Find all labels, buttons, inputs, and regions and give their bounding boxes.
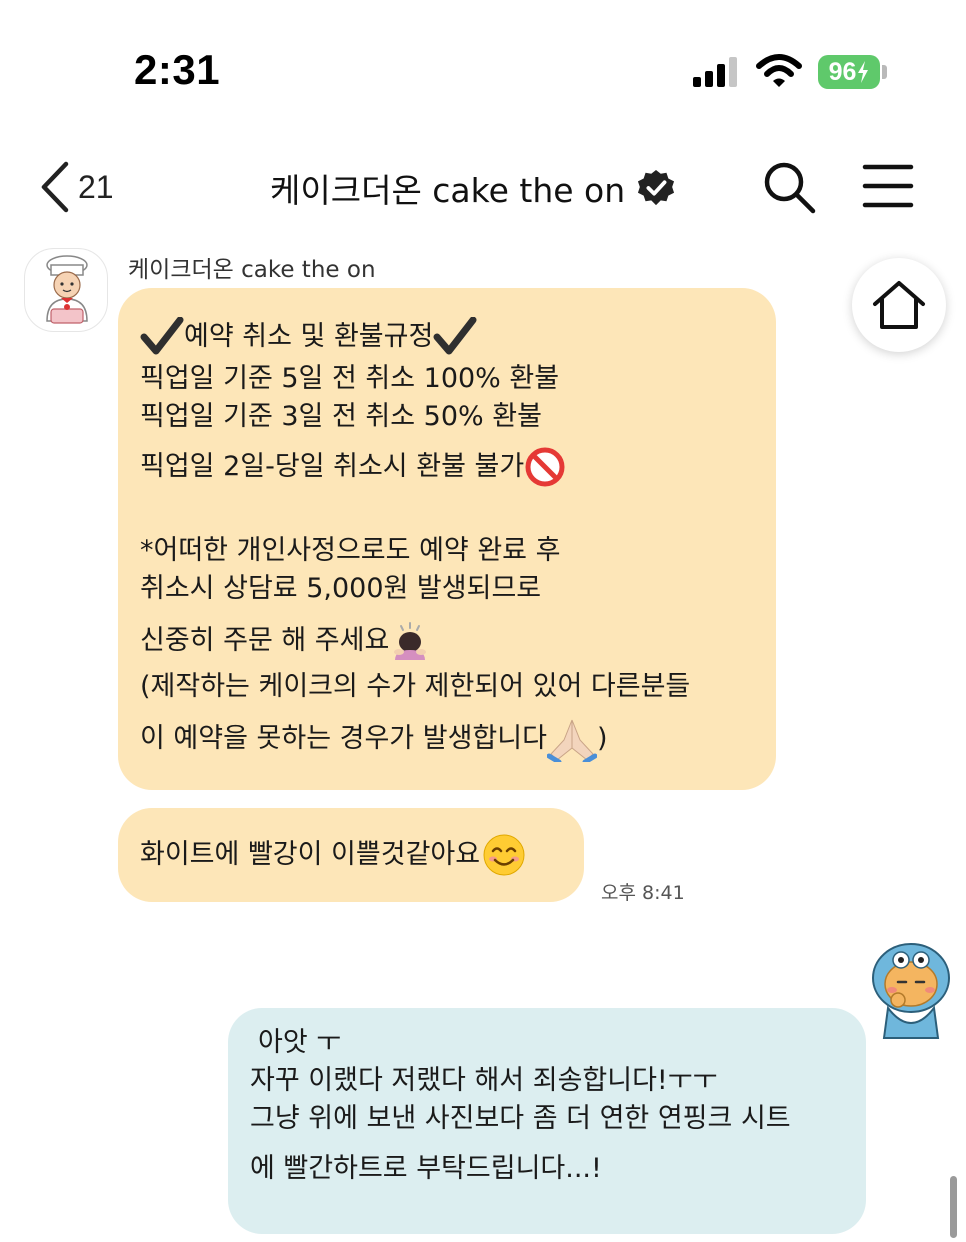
menu-icon[interactable] [862, 162, 914, 210]
my-message-line-1: 아앗 ㅜ [258, 1027, 342, 1058]
smiling-face-icon [483, 834, 525, 876]
policy-note-line-3: 신중히 주문 해 주세요 [140, 625, 390, 656]
search-icon[interactable] [762, 160, 816, 214]
chat-title-text: 케이크더온 cake the on [270, 171, 626, 210]
status-time: 2:31 [134, 46, 221, 93]
verified-badge-icon [638, 169, 675, 206]
policy-line-3day: 픽업일 기준 3일 전 취소 50% 환불 [140, 401, 542, 432]
baker-avatar-icon [46, 255, 88, 324]
message-timestamp: 오후 8:41 [601, 882, 685, 904]
prohibited-icon [525, 447, 565, 487]
message-bubble-color[interactable]: 화이트에 빨강이 이쁠것같아요 [118, 808, 584, 902]
back-button[interactable]: 21 [38, 160, 114, 214]
policy-line-no-refund: 픽업일 2일-당일 취소시 환불 불가 [140, 451, 525, 482]
charging-bolt-icon [858, 61, 869, 83]
character-sticker-icon [872, 943, 950, 1039]
my-message-line-2: 자꾸 이랬다 저랬다 해서 죄송합니다!ㅜㅜ [250, 1065, 718, 1096]
battery-level: 96 [828, 57, 857, 86]
cellular-signal-icon [693, 57, 737, 87]
my-message-bubble[interactable]: 아앗 ㅜ 자꾸 이랬다 저랬다 해서 죄송합니다!ㅜㅜ 그냥 위에 보낸 사진보… [228, 1008, 866, 1234]
my-message-line-4: 에 빨간하트로 부탁드립니다...! [250, 1153, 602, 1184]
folded-hands-icon [546, 719, 597, 762]
policy-note-line-4: (제작하는 케이크의 수가 제한되어 있어 다른분들 [140, 671, 691, 702]
policy-note-close: ) [596, 723, 608, 754]
my-message-line-3: 그냥 위에 보낸 사진보다 좀 더 연한 연핑크 시트 [250, 1103, 791, 1134]
policy-line-5day: 픽업일 기준 5일 전 취소 100% 환불 [140, 363, 560, 394]
policy-title: 예약 취소 및 환불규정 [184, 321, 434, 352]
scrollbar[interactable] [950, 1176, 957, 1238]
checkmark-icon [140, 317, 184, 355]
chat-title: 케이크더온 cake the on [270, 164, 675, 212]
home-icon [873, 281, 925, 329]
policy-note-line-5: 이 예약을 못하는 경우가 발생합니다 [140, 723, 547, 754]
unread-count: 21 [78, 168, 114, 205]
wifi-icon [756, 54, 802, 87]
battery-cap [882, 65, 887, 79]
checkmark-icon [433, 317, 477, 355]
message-bubble-policy[interactable]: 예약 취소 및 환불규정 픽업일 기준 5일 전 취소 100% 환불 픽업일 … [118, 288, 776, 790]
policy-note-line-2: 취소시 상담료 5,000원 발생되므로 [140, 573, 542, 604]
message-text: 화이트에 빨강이 이쁠것같아요 [140, 839, 481, 870]
policy-note-line-1: *어떠한 개인사정으로도 예약 완료 후 [140, 535, 561, 566]
sender-avatar[interactable] [24, 248, 108, 332]
bowing-person-icon [394, 622, 427, 660]
sender-name: 케이크더온 cake the on [128, 257, 376, 283]
chevron-left-icon [41, 161, 69, 213]
home-button[interactable] [852, 258, 946, 352]
battery-indicator: 96 [818, 55, 880, 89]
